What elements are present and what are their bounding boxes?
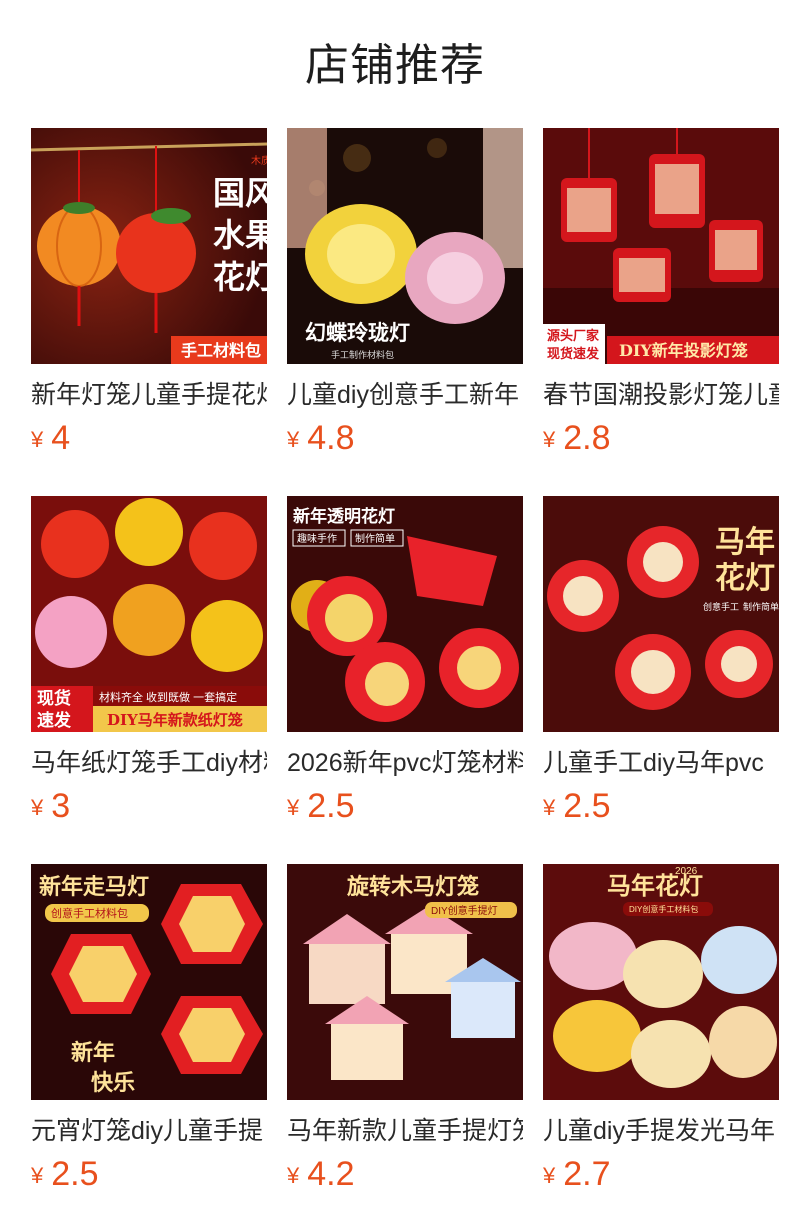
product-price: ¥2.8 [543,418,779,458]
lantern-illustration: 现货 速发 材料齐全 收到既做 一套搞定 DIY马年新款纸灯笼 [31,496,267,732]
thumb-text-2: 水果 [213,216,267,254]
thumb-text-1: 源头厂家 [547,328,600,344]
thumb-text-2: 现货速发 [547,346,600,362]
thumb-text-2: 花灯 [715,561,775,596]
currency-symbol: ¥ [543,795,556,820]
thumb-text-2: 速发 [37,710,72,731]
product-image[interactable]: 新年走马灯 创意手工材料包 新年 快乐 [31,864,267,1100]
thumb-text-1: 新年透明花灯 [293,506,395,527]
lantern-illustration: 马年 花灯 创意手工 制作简单 [543,496,779,732]
price-value: 2.7 [563,1155,611,1193]
product-card[interactable]: 旋转木马灯笼 DIY创意手提灯 马年新款儿童手提灯笼 ¥4.2 [287,864,523,1232]
lantern-illustration: 新年走马灯 创意手工材料包 新年 快乐 [31,864,267,1100]
lantern-illustration: 源头厂家 现货速发 DIY新年投影灯笼 [543,128,779,364]
page-title: 店铺推荐 [305,41,485,90]
product-name: 马年纸灯笼手工diy材料 [31,749,267,777]
thumb-text-1: 现货 [37,688,71,709]
lantern-illustration: 幻蝶玲珑灯 手工制作材料包 [287,128,523,364]
product-image[interactable]: 马年花灯 2026 DIY创意手工材料包 [543,864,779,1100]
product-card[interactable]: 马年花灯 2026 DIY创意手工材料包 儿童diy手提发光马年 ¥2.7 [543,864,779,1232]
product-price: ¥3 [31,786,267,826]
currency-symbol: ¥ [543,427,556,452]
product-price: ¥2.5 [287,786,523,826]
store-recommend-page: 店铺推荐 国风 水果 花灯 手工材料包 木质 新年灯笼儿童手提花灯 ¥ 4 幻蝶… [0,0,790,1232]
product-card[interactable]: 源头厂家 现货速发 DIY新年投影灯笼 春节国潮投影灯笼儿童 ¥2.8 [543,128,779,496]
product-image[interactable]: 现货 速发 材料齐全 收到既做 一套搞定 DIY马年新款纸灯笼 [31,496,267,732]
currency-symbol: ¥ [31,795,44,820]
product-name: 2026新年pvc灯笼材料 [287,749,523,777]
product-price: ¥2.5 [31,1154,267,1194]
thumb-text-1: 国风 [213,174,267,212]
product-image[interactable]: 马年 花灯 创意手工 制作简单 [543,496,779,732]
product-card[interactable]: 幻蝶玲珑灯 手工制作材料包 儿童diy创意手工新年 ¥4.8 [287,128,523,496]
product-name: 儿童diy手提发光马年 [543,1117,775,1145]
product-price: ¥2.5 [543,786,779,826]
currency-symbol: ¥ [287,1163,300,1188]
product-name: 春节国潮投影灯笼儿童 [543,381,779,409]
product-grid: 国风 水果 花灯 手工材料包 木质 新年灯笼儿童手提花灯 ¥4 幻蝶玲珑灯 手工… [31,128,779,1232]
currency-symbol: ¥ [287,427,300,452]
product-image[interactable]: 源头厂家 现货速发 DIY新年投影灯笼 [543,128,779,364]
thumb-text-4: 快乐 [91,1070,135,1096]
price-value: 3 [51,787,71,825]
lantern-illustration: 国风 水果 花灯 手工材料包 木质 [31,128,267,364]
product-card[interactable]: 国风 水果 花灯 手工材料包 木质 新年灯笼儿童手提花灯 ¥4 [31,128,267,496]
product-image[interactable]: 国风 水果 花灯 手工材料包 木质 [31,128,267,364]
price-value: 4.2 [307,1155,355,1193]
product-image[interactable]: 幻蝶玲珑灯 手工制作材料包 [287,128,523,364]
currency-symbol: ¥ [543,1163,556,1188]
thumb-text-3: DIY创意手工材料包 [629,904,698,914]
thumb-text-3: 材料齐全 收到既做 一套搞定 [99,690,237,704]
product-price: ¥2.7 [543,1154,779,1194]
product-card[interactable]: 新年透明花灯 趣味手作 制作简单 2026新年pvc灯笼材料 ¥2.5 [287,496,523,864]
thumb-text-1: 幻蝶玲珑灯 [305,320,410,345]
product-name: 马年新款儿童手提灯笼 [287,1117,523,1145]
currency-symbol: ¥ [31,1163,44,1188]
product-name: 儿童diy创意手工新年 [287,381,519,409]
thumb-text-3: 花灯 [213,258,267,296]
price-value: 4 [51,419,71,457]
thumb-text-2: 手工制作材料包 [331,349,394,360]
product-price: ¥4.8 [287,418,523,458]
thumb-text-3: DIY新年投影灯笼 [619,341,748,360]
product-price: ¥4 [31,418,267,458]
product-price: ¥4.2 [287,1154,523,1194]
price-value: 2.5 [563,787,611,825]
thumb-text-5: 木质 [251,155,267,167]
lantern-illustration: 马年花灯 2026 DIY创意手工材料包 [543,864,779,1100]
price-value: 2.8 [563,419,611,457]
product-card[interactable]: 新年走马灯 创意手工材料包 新年 快乐 元宵灯笼diy儿童手提 ¥2.5 [31,864,267,1232]
currency-symbol: ¥ [31,427,44,452]
thumb-text-3: 创意手工 [703,601,739,612]
product-card[interactable]: 现货 速发 材料齐全 收到既做 一套搞定 DIY马年新款纸灯笼 马年纸灯笼手工d… [31,496,267,864]
currency-symbol: ¥ [287,795,300,820]
price-value: 2.5 [51,1155,99,1193]
product-name: 元宵灯笼diy儿童手提 [31,1117,263,1145]
thumb-text-3: 新年 [71,1040,115,1066]
lantern-illustration: 旋转木马灯笼 DIY创意手提灯 [287,864,523,1100]
thumb-text-2: 2026 [675,866,698,877]
product-image[interactable]: 旋转木马灯笼 DIY创意手提灯 [287,864,523,1100]
product-name: 新年灯笼儿童手提花灯 [31,381,267,409]
price-value: 2.5 [307,787,355,825]
product-card[interactable]: 马年 花灯 创意手工 制作简单 儿童手工diy马年pvc ¥2.5 [543,496,779,864]
thumb-text-4: 手工材料包 [181,341,261,360]
thumb-text-2: DIY创意手提灯 [431,904,498,917]
price-value: 4.8 [307,419,355,457]
thumb-text-2: 趣味手作 [297,532,337,545]
thumb-text-3: 制作简单 [355,532,395,545]
thumb-text-1: 新年走马灯 [39,874,149,900]
thumb-text-1: 旋转木马灯笼 [347,874,479,900]
thumb-text-2: 创意手工材料包 [51,906,128,920]
thumb-text-4: 制作简单 [743,601,779,612]
product-name: 儿童手工diy马年pvc [543,749,764,777]
product-image[interactable]: 新年透明花灯 趣味手作 制作简单 [287,496,523,732]
thumb-text-1: 马年 [715,525,775,560]
lantern-illustration: 新年透明花灯 趣味手作 制作简单 [287,496,523,732]
thumb-text-4: DIY马年新款纸灯笼 [107,711,243,729]
